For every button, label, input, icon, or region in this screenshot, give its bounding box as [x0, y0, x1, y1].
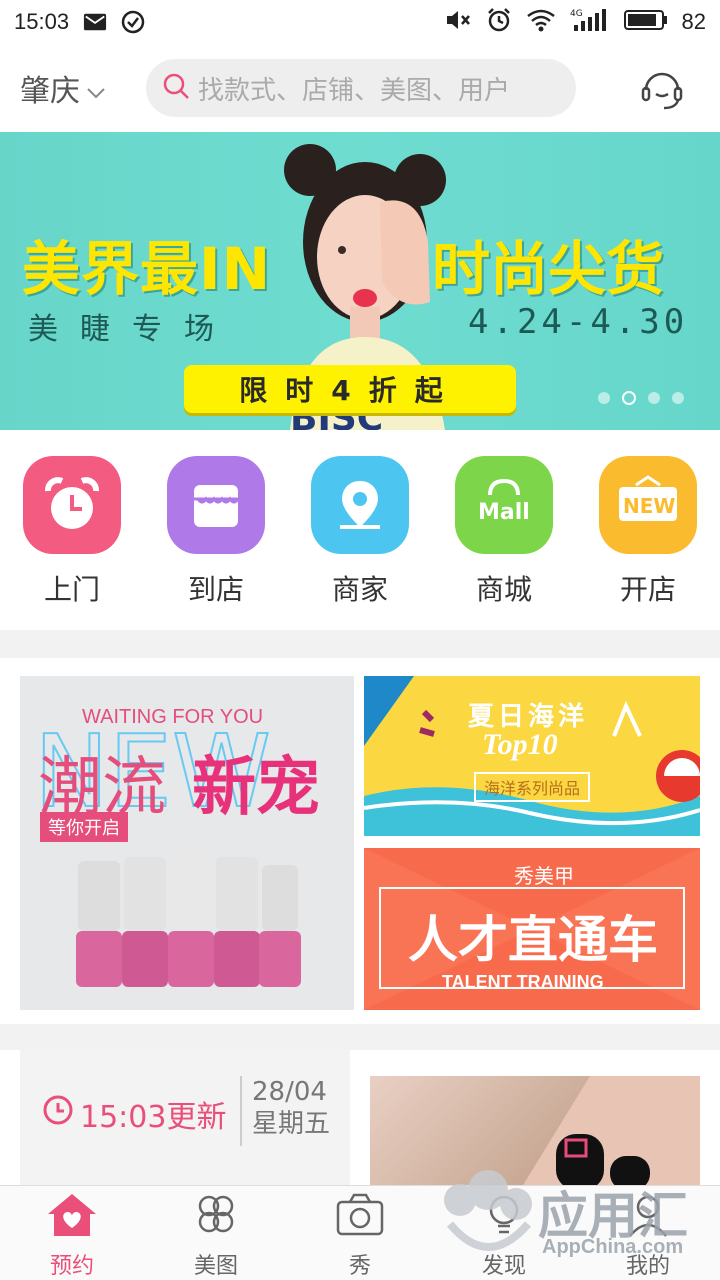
store-icon	[167, 456, 265, 554]
quick-item-open-store[interactable]: NEW 开店	[598, 456, 698, 630]
appchina-logo-icon	[444, 1170, 532, 1251]
update-time-label: 15:03更新	[80, 1100, 227, 1135]
promo-section: NEW WAITING FOR YOU 潮流 新宠 等你开启 夏日海洋 Top1…	[0, 658, 720, 1024]
quick-item-merchants[interactable]: 商家	[310, 456, 410, 630]
carousel-dot[interactable]	[672, 392, 684, 404]
status-bar: 15:03 4G 82	[0, 0, 720, 44]
promo-talent-sub: TALENT TRAINING	[442, 972, 604, 992]
city-name: 肇庆	[20, 74, 80, 109]
promo-ocean-caption: 海洋系列尚品	[474, 772, 591, 802]
banner-date: 4.24-4.30	[468, 302, 689, 342]
mail-icon	[83, 10, 107, 34]
battery-icon	[623, 9, 668, 35]
status-right: 4G 82	[444, 7, 706, 37]
camera-icon	[334, 1192, 386, 1242]
quick-item-in-store[interactable]: 到店	[166, 456, 266, 630]
quick-item-label: 商城	[475, 573, 532, 606]
watermark-sub: AppChina.com	[542, 1236, 684, 1258]
quick-item-label: 到店	[187, 573, 244, 606]
banner-title-right: 时尚尖货	[432, 235, 665, 303]
carousel-dot-active[interactable]	[622, 391, 636, 405]
promo-tag: 等你开启	[40, 812, 128, 842]
promo-title-b: 新宠	[192, 751, 320, 825]
carousel-dot[interactable]	[648, 392, 660, 404]
search-input[interactable]: 找款式、店铺、美图、用户	[146, 59, 576, 117]
nav-tab-show[interactable]: 秀	[288, 1186, 432, 1280]
promo-tagline: WAITING FOR YOU	[82, 706, 264, 728]
top-bar: 肇庆 找款式、店铺、美图、用户	[0, 44, 720, 132]
customer-service-icon[interactable]	[638, 64, 686, 112]
promo-talent-training[interactable]: 秀美甲 人才直通车 TALENT TRAINING	[364, 848, 700, 1010]
battery-level: 82	[681, 9, 706, 34]
clock-icon	[42, 1094, 74, 1134]
nav-tab-booking[interactable]: 预约	[0, 1186, 144, 1280]
promo-brand: 秀美甲	[514, 864, 574, 888]
svg-text:NEW: NEW	[623, 494, 675, 518]
app-screen: 15:03 4G 82 肇庆 找款式、店铺、美图、用户 BISC 美界最IN 时…	[0, 0, 720, 1280]
city-selector[interactable]: 肇庆	[20, 66, 130, 110]
promo-ocean-sub: Top10	[482, 728, 558, 761]
promo-talent-title: 人才直通车	[408, 911, 658, 969]
promo-new-arrivals[interactable]: NEW WAITING FOR YOU 潮流 新宠 等你开启	[20, 676, 354, 1010]
clover-icon	[192, 1192, 240, 1242]
update-info: 15:03更新 28/04 星期五	[20, 1050, 350, 1190]
promo-summer-ocean[interactable]: 夏日海洋 Top10 海洋系列尚品	[364, 676, 700, 836]
status-time: 15:03	[14, 9, 70, 34]
alarm-icon	[486, 7, 512, 37]
search-placeholder: 找款式、店铺、美图、用户	[198, 75, 511, 106]
location-pin-icon	[311, 456, 409, 554]
search-icon	[162, 72, 190, 104]
alarm-clock-icon	[23, 456, 121, 554]
mute-icon	[444, 8, 472, 36]
svg-text:Mall: Mall	[478, 500, 530, 525]
quick-menu: 上门 到店 商家 Mall 商城 NEW 开店	[0, 430, 720, 630]
check-circle-icon	[121, 10, 145, 34]
quick-item-label: 商家	[331, 573, 388, 606]
quick-item-mall[interactable]: Mall 商城	[454, 456, 554, 630]
banner-subtitle: 美睫专场	[28, 312, 236, 347]
nav-label: 秀	[348, 1254, 371, 1279]
new-shop-icon: NEW	[599, 456, 697, 554]
banner-title-left: 美界最IN	[22, 235, 272, 303]
wifi-icon	[526, 8, 556, 36]
carousel-dots	[598, 391, 684, 405]
update-date: 28/04 星期五	[252, 1076, 330, 1140]
quick-item-label: 上门	[43, 573, 100, 606]
update-date-day: 28/04	[252, 1077, 327, 1107]
quick-item-label: 开店	[619, 573, 676, 606]
nav-tab-gallery[interactable]: 美图	[144, 1186, 288, 1280]
quick-item-home-service[interactable]: 上门	[22, 456, 122, 630]
banner-cta-button[interactable]: 限时4折起	[184, 365, 516, 413]
update-date-weekday: 星期五	[252, 1109, 331, 1139]
hero-banner[interactable]: BISC 美界最IN 时尚尖货 美睫专场 4.24-4.30 限时4折起	[0, 132, 720, 430]
chevron-down-icon	[86, 73, 106, 108]
svg-text:4G: 4G	[570, 9, 583, 19]
carousel-dot[interactable]	[598, 392, 610, 404]
appchina-watermark: 应用汇 AppChina.com	[430, 1150, 720, 1280]
nav-label: 美图	[193, 1254, 238, 1279]
mall-bag-icon: Mall	[455, 456, 553, 554]
update-time: 15:03更新	[42, 1092, 226, 1136]
nav-label: 预约	[49, 1254, 94, 1279]
signal-icon: 4G	[570, 7, 610, 37]
home-heart-icon	[46, 1192, 98, 1242]
update-divider	[240, 1076, 242, 1146]
